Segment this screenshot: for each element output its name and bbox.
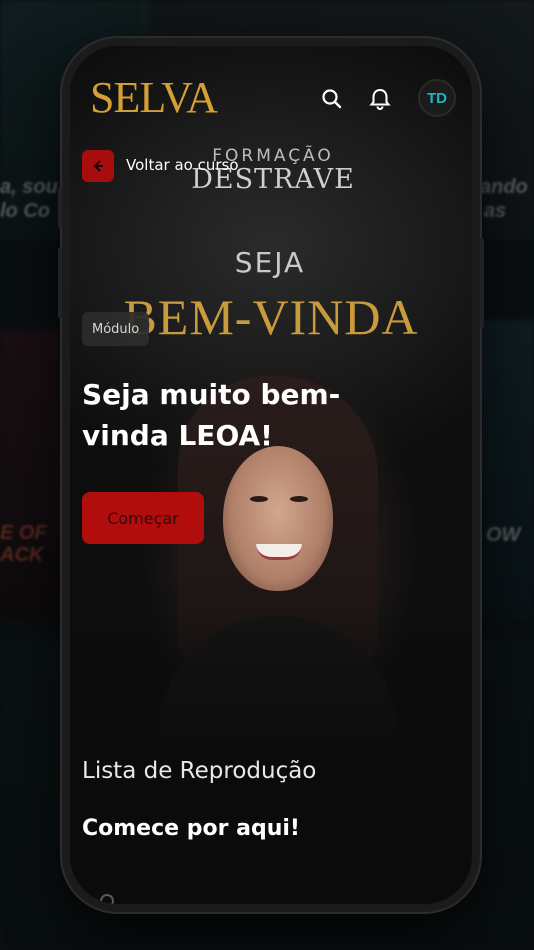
start-button[interactable]: Começar [82, 492, 204, 544]
banner-seja-text: SEJA [234, 246, 306, 279]
app-screen[interactable]: FORMAÇÃO DESTRAVE SEJA BEM-VINDA SELVA T… [70, 46, 472, 904]
module-title: Seja muito bem-vinda LEOA! [82, 378, 341, 452]
avatar[interactable]: TD [418, 79, 456, 117]
bell-icon[interactable] [367, 86, 393, 112]
selva-logo[interactable]: SELVA [90, 76, 218, 120]
search-icon[interactable] [319, 86, 345, 112]
back-button[interactable] [82, 150, 114, 182]
phone-frame: FORMAÇÃO DESTRAVE SEJA BEM-VINDA SELVA T… [58, 38, 484, 912]
playlist-item-indicator [100, 894, 114, 904]
phone-side-button [480, 238, 484, 328]
banner-bemvinda-text: BEM-VINDA [123, 289, 419, 345]
module-badge: Módulo [82, 312, 150, 346]
back-to-course-link[interactable]: Voltar ao curso [126, 156, 239, 174]
playlist-heading: Lista de Reprodução [82, 758, 317, 784]
playlist-section-title: Comece por aqui! [82, 816, 300, 841]
phone-side-button [58, 188, 62, 228]
arrow-left-icon [93, 160, 103, 172]
phone-side-button [58, 248, 62, 318]
